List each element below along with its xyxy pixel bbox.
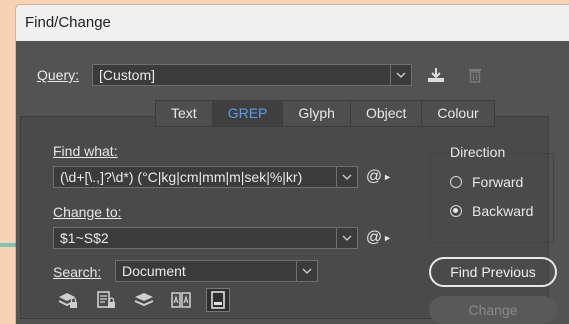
tab-text[interactable]: Text <box>156 101 213 126</box>
forward-radio[interactable] <box>450 176 462 188</box>
find-what-value: (\d+[\.,]?\d*) (°C|kg|cm|mm|m|sek|%|kr) <box>60 169 303 185</box>
direction-group <box>430 153 554 243</box>
include-footnotes-icon[interactable] <box>206 288 230 312</box>
change-button[interactable]: Change <box>429 296 557 324</box>
special-characters-change-icon[interactable]: @ ► <box>366 228 392 248</box>
chevron-down-icon[interactable] <box>336 228 357 248</box>
query-select[interactable]: [Custom] <box>92 64 412 86</box>
chevron-down-icon[interactable] <box>296 261 317 281</box>
backward-radio[interactable] <box>450 205 462 217</box>
change-to-label: Change to: <box>53 204 122 220</box>
chevron-down-icon[interactable] <box>390 65 411 85</box>
delete-query-icon[interactable] <box>466 65 484 85</box>
find-previous-button[interactable]: Find Previous <box>429 257 557 287</box>
search-scope-select[interactable]: Document <box>115 260 318 282</box>
search-scope-value: Document <box>122 263 186 279</box>
tab-colour[interactable]: Colour <box>422 101 493 126</box>
find-what-label: Find what: <box>53 143 118 159</box>
chevron-down-icon[interactable] <box>336 167 357 187</box>
change-to-value: $1~S$2 <box>60 230 109 246</box>
change-to-field[interactable]: $1~S$2 <box>53 227 358 249</box>
query-value: [Custom] <box>99 67 156 83</box>
window-title: Find/Change <box>25 14 111 31</box>
save-query-icon[interactable] <box>426 65 446 85</box>
tab-glyph[interactable]: Glyph <box>283 101 351 126</box>
include-locked-layers-icon[interactable] <box>57 289 79 311</box>
title-bar[interactable]: Find/Change <box>16 5 569 41</box>
tab-object[interactable]: Object <box>351 101 423 126</box>
forward-label[interactable]: Forward <box>472 174 523 190</box>
search-label: Search: <box>53 264 102 280</box>
query-label: Query: <box>37 67 80 83</box>
backward-label[interactable]: Backward <box>472 203 533 219</box>
include-master-pages-icon[interactable] <box>170 289 192 311</box>
include-hidden-layers-icon[interactable] <box>133 289 155 311</box>
special-characters-find-icon[interactable]: @ ► <box>366 167 392 187</box>
include-locked-stories-icon[interactable] <box>95 289 117 311</box>
direction-label: Direction <box>447 144 509 160</box>
find-what-field[interactable]: (\d+[\.,]?\d*) (°C|kg|cm|mm|m|sek|%|kr) <box>53 166 358 188</box>
search-type-tabs: Text GREP Glyph Object Colour <box>155 100 495 127</box>
tab-grep[interactable]: GREP <box>212 101 284 126</box>
